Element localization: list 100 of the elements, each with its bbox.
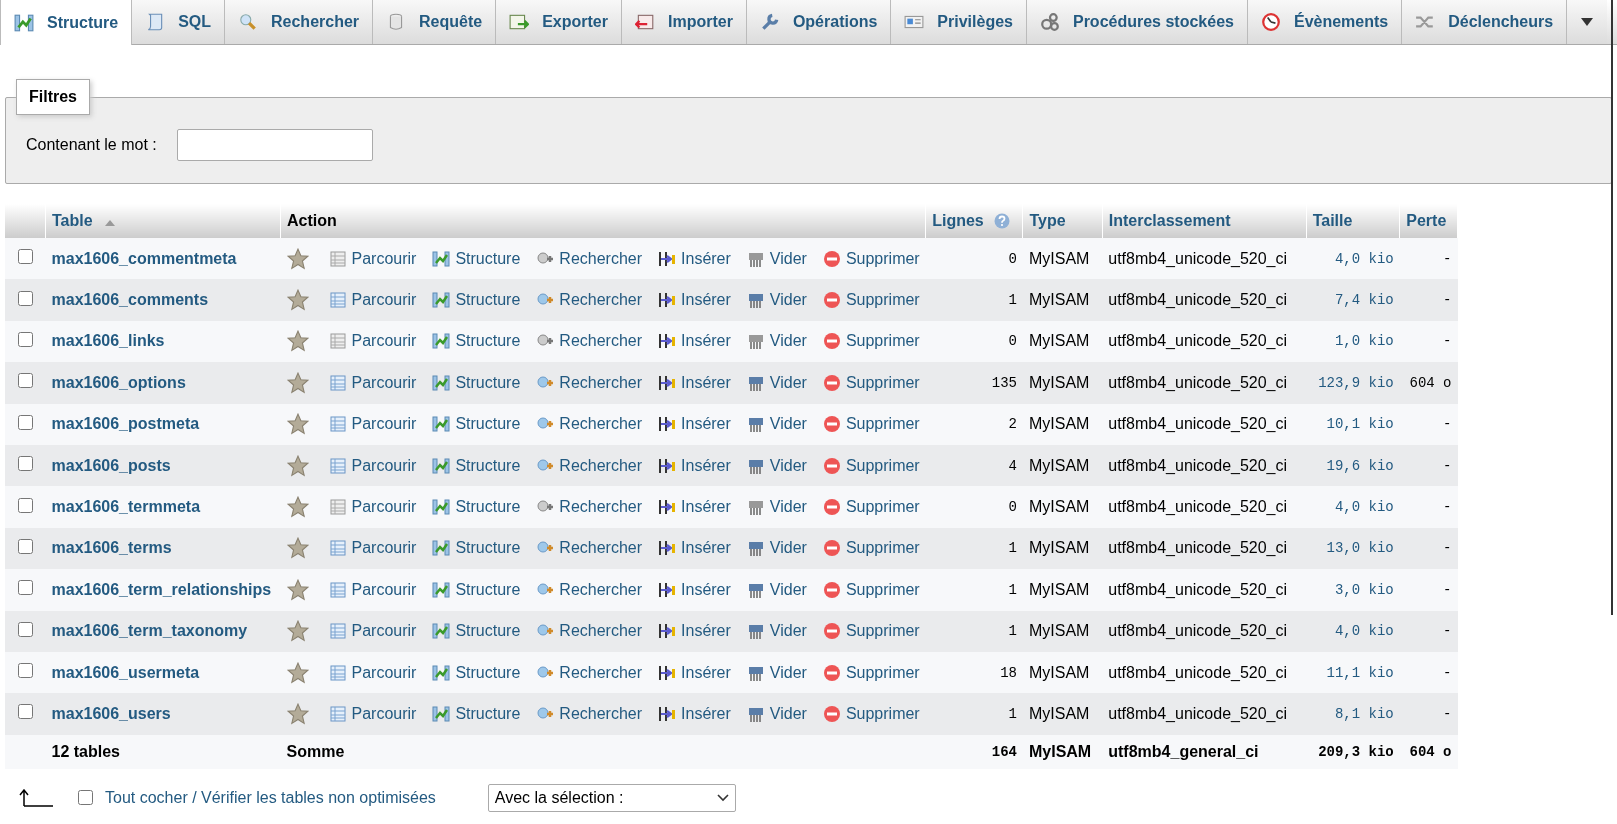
action-link[interactable]: Supprimer	[822, 705, 920, 723]
action-link[interactable]: Vider	[746, 373, 807, 392]
action-link[interactable]: Vider	[746, 456, 807, 475]
action-link[interactable]: Supprimer	[822, 291, 920, 310]
action-link[interactable]: Vider	[746, 498, 807, 517]
action-link[interactable]: Vider	[746, 415, 807, 434]
action-link[interactable]: Insérer	[658, 622, 731, 641]
star-icon[interactable]	[286, 578, 309, 601]
check-all-checkbox[interactable]	[78, 790, 93, 806]
action-link[interactable]: Insérer	[658, 415, 731, 434]
tab[interactable]: Importer	[622, 0, 747, 44]
action-link[interactable]: Parcourir	[328, 705, 417, 723]
row-checkbox[interactable]	[17, 414, 33, 430]
action-link[interactable]: Insérer	[658, 373, 731, 392]
action-link[interactable]: Structure	[432, 663, 521, 682]
action-link[interactable]: Vider	[746, 249, 807, 268]
action-link[interactable]: Structure	[432, 291, 521, 310]
action-link[interactable]: Vider	[746, 663, 807, 682]
star-icon[interactable]	[286, 620, 309, 643]
tab[interactable]: Rechercher	[225, 0, 374, 44]
action-link[interactable]: Parcourir	[328, 249, 417, 268]
action-link[interactable]: Insérer	[658, 498, 731, 517]
action-link[interactable]: Rechercher	[536, 332, 643, 351]
action-link[interactable]: Supprimer	[822, 415, 920, 434]
action-link[interactable]: Structure	[432, 415, 521, 434]
action-link[interactable]: Parcourir	[328, 415, 417, 434]
star-icon[interactable]	[286, 247, 309, 270]
action-link[interactable]: Structure	[432, 373, 521, 392]
action-link[interactable]: Parcourir	[328, 539, 417, 558]
action-link[interactable]: Supprimer	[822, 580, 920, 599]
action-link[interactable]: Vider	[746, 580, 807, 599]
row-checkbox[interactable]	[17, 373, 33, 389]
tab[interactable]: Exporter	[496, 0, 622, 44]
tab[interactable]: Requête	[373, 0, 497, 44]
action-link[interactable]: Parcourir	[328, 291, 417, 310]
row-checkbox[interactable]	[17, 249, 33, 265]
action-link[interactable]: Insérer	[658, 539, 731, 558]
action-link[interactable]: Parcourir	[328, 373, 417, 392]
action-link[interactable]: Rechercher	[536, 663, 643, 682]
star-icon[interactable]	[286, 413, 309, 436]
action-link[interactable]: Vider	[746, 539, 807, 558]
row-checkbox[interactable]	[17, 331, 33, 347]
star-icon[interactable]	[286, 537, 309, 560]
row-checkbox[interactable]	[17, 663, 33, 679]
action-link[interactable]: Supprimer	[822, 663, 920, 682]
action-link[interactable]: Parcourir	[328, 498, 417, 517]
star-icon[interactable]	[286, 661, 309, 684]
action-link[interactable]: Supprimer	[822, 373, 920, 392]
action-link[interactable]: Rechercher	[536, 291, 643, 310]
star-icon[interactable]	[286, 703, 309, 725]
action-link[interactable]: Structure	[432, 580, 521, 599]
tab[interactable]: Opérations	[746, 0, 892, 44]
filter-input[interactable]	[176, 129, 373, 161]
action-link[interactable]: Parcourir	[328, 622, 417, 641]
action-link[interactable]: Vider	[746, 291, 807, 310]
bulk-action-select[interactable]: Avec la sélection :	[487, 783, 736, 812]
check-all-link[interactable]: Tout cocher / Vérifier les tables non optimisées	[105, 788, 436, 807]
row-checkbox[interactable]	[17, 290, 33, 306]
star-icon[interactable]	[286, 289, 309, 312]
action-link[interactable]: Structure	[432, 705, 521, 723]
action-link[interactable]: Insérer	[658, 663, 731, 682]
action-link[interactable]: Rechercher	[536, 456, 643, 475]
row-checkbox[interactable]	[17, 704, 33, 720]
tab[interactable]: Procédures stockées	[1026, 0, 1248, 44]
action-link[interactable]: Rechercher	[536, 539, 643, 558]
star-icon[interactable]	[286, 330, 309, 353]
action-link[interactable]: Vider	[746, 332, 807, 351]
action-link[interactable]: Insérer	[658, 456, 731, 475]
tab[interactable]: SQL	[132, 0, 225, 44]
action-link[interactable]: Parcourir	[328, 663, 417, 682]
row-checkbox[interactable]	[17, 580, 33, 596]
action-link[interactable]: Rechercher	[536, 705, 643, 723]
action-link[interactable]: Structure	[432, 539, 521, 558]
tab[interactable]: Privilèges	[891, 0, 1027, 44]
action-link[interactable]: Rechercher	[536, 249, 643, 268]
action-link[interactable]: Structure	[432, 456, 521, 475]
action-link[interactable]: Supprimer	[822, 249, 920, 268]
action-link[interactable]: Rechercher	[536, 622, 643, 641]
action-link[interactable]: Supprimer	[822, 539, 920, 558]
action-link[interactable]: Structure	[432, 249, 521, 268]
action-link[interactable]: Vider	[746, 622, 807, 641]
action-link[interactable]: Rechercher	[536, 373, 643, 392]
action-link[interactable]: Insérer	[658, 580, 731, 599]
action-link[interactable]: Supprimer	[822, 456, 920, 475]
row-checkbox[interactable]	[17, 538, 33, 554]
row-checkbox[interactable]	[17, 497, 33, 513]
action-link[interactable]: Insérer	[658, 705, 731, 723]
action-link[interactable]: Parcourir	[328, 580, 417, 599]
tab[interactable]: Déclencheurs	[1402, 0, 1568, 44]
tab[interactable]: Évènements	[1247, 0, 1403, 44]
action-link[interactable]: Structure	[432, 332, 521, 351]
action-link[interactable]: Insérer	[658, 332, 731, 351]
action-link[interactable]: Supprimer	[822, 622, 920, 641]
column-header[interactable]: Table	[52, 212, 93, 229]
star-icon[interactable]	[286, 371, 309, 394]
star-icon[interactable]	[286, 454, 309, 477]
action-link[interactable]: Rechercher	[536, 580, 643, 599]
action-link[interactable]: Supprimer	[822, 332, 920, 351]
action-link[interactable]: Parcourir	[328, 332, 417, 351]
action-link[interactable]: Rechercher	[536, 415, 643, 434]
